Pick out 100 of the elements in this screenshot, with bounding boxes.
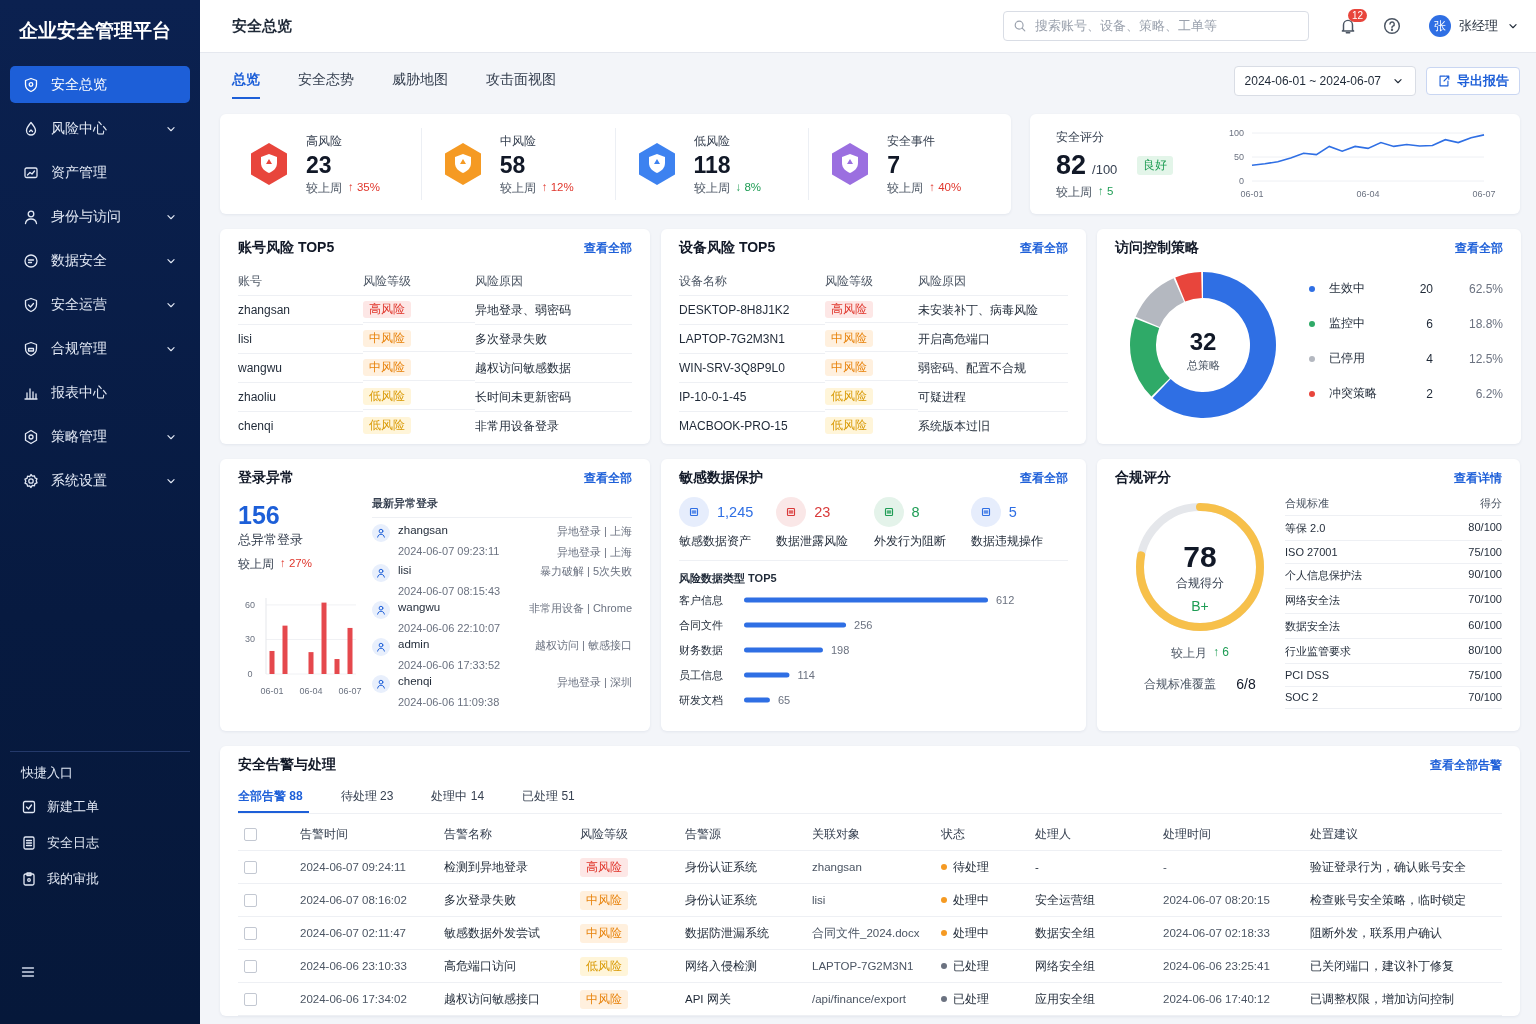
- view-all-link[interactable]: 查看全部告警: [1430, 756, 1502, 774]
- chart-title: 风险数据类型 TOP5: [679, 571, 778, 586]
- total-label: 总异常登录: [238, 532, 304, 549]
- table-cell: 高危端口访问: [444, 950, 580, 983]
- view-all-link[interactable]: 查看全部: [584, 239, 632, 257]
- checkbox[interactable]: [244, 860, 257, 874]
- score-value: 82: [1056, 149, 1087, 181]
- axis-label: 06-07: [1472, 189, 1496, 199]
- quick-link[interactable]: 新建工单: [10, 796, 190, 818]
- table-cell: 数据安全法: [1285, 613, 1469, 640]
- nav-item[interactable]: 系统设置: [10, 462, 190, 499]
- nav-item[interactable]: 数据安全: [10, 242, 190, 279]
- metric-value: 23: [814, 504, 831, 520]
- nav-item[interactable]: 安全运营: [10, 286, 190, 323]
- metric-label: 敏感数据资产: [679, 533, 752, 550]
- category-label: 研发文档: [679, 694, 723, 706]
- table-cell: 开启高危端口: [918, 325, 1068, 354]
- checkbox[interactable]: [244, 926, 257, 940]
- column-header: 状态: [941, 818, 1035, 851]
- bar: [269, 650, 275, 674]
- tab[interactable]: 已处理 51: [522, 782, 575, 813]
- stat-value: 118: [693, 151, 732, 179]
- view-all-link[interactable]: 查看全部: [584, 469, 632, 487]
- tab[interactable]: 待处理 23: [340, 782, 394, 813]
- tab[interactable]: 攻击面视图: [486, 63, 556, 99]
- column-header: 处置建议: [1310, 818, 1502, 851]
- table-cell: 2024-06-07 02:18:33: [1163, 917, 1310, 950]
- table-cell: 检测到异地登录: [444, 851, 580, 884]
- export-button[interactable]: 导出报告: [1426, 67, 1520, 95]
- table-cell: 2024-06-07 09:24:11: [300, 851, 444, 884]
- page-title: 安全总览: [232, 16, 293, 36]
- nav-item[interactable]: 风险中心: [10, 110, 190, 147]
- compare-label: 较上周: [306, 180, 342, 196]
- event-tag: 异地登录 | 上海: [557, 545, 632, 560]
- total-value: 32: [1189, 328, 1217, 355]
- table-cell: 多次登录失败: [444, 884, 580, 917]
- checkbox[interactable]: [244, 827, 257, 841]
- risk-badge: 中风险: [363, 329, 411, 347]
- quick-link[interactable]: 我的审批: [10, 868, 190, 890]
- axis-label: 0: [1239, 176, 1244, 186]
- checkbox[interactable]: [244, 992, 257, 1006]
- table-cell: -: [1163, 851, 1310, 884]
- tab[interactable]: 总览: [232, 63, 260, 99]
- view-all-link[interactable]: 查看全部: [1020, 239, 1068, 257]
- tab[interactable]: 全部告警 88: [238, 782, 309, 813]
- axis-label: 06-04: [299, 686, 323, 696]
- table-cell: wangwu: [238, 354, 363, 383]
- shield-icon: [23, 76, 39, 93]
- date-range-picker[interactable]: 2024-06-01 ~ 2024-06-07: [1233, 66, 1416, 96]
- nav-item[interactable]: 资产管理: [10, 154, 190, 191]
- axis-label: 50: [1234, 152, 1244, 162]
- card-title: 登录异常: [238, 469, 294, 487]
- axis-label: 06-04: [1356, 189, 1380, 199]
- column-header: 风险原因: [475, 267, 632, 296]
- view-all-link[interactable]: 查看全部: [1020, 469, 1068, 487]
- table-cell-text: MACBOOK-PRO-15: [679, 418, 789, 435]
- table-cell: 网络安全组: [1035, 950, 1163, 983]
- avatar[interactable]: 张: [1429, 15, 1451, 37]
- tab[interactable]: 威胁地图: [392, 63, 448, 99]
- user-name: lisi: [398, 564, 413, 578]
- axis-label: 30: [245, 634, 255, 645]
- score-value: 78: [1183, 540, 1217, 573]
- table-cell: API 网关: [685, 983, 812, 1016]
- nav-item[interactable]: 安全总览: [10, 66, 190, 103]
- nav-item[interactable]: 报表中心: [10, 374, 190, 411]
- checkbox[interactable]: [244, 959, 257, 973]
- legend-percent: 12.5%: [1467, 351, 1503, 366]
- status-label: 待处理: [953, 859, 989, 875]
- table-cell: 80/100: [1468, 516, 1502, 542]
- legend-count: 2: [1425, 386, 1433, 401]
- nav-item[interactable]: 合规管理: [10, 330, 190, 367]
- trend-value: ↓ 8%: [735, 180, 762, 195]
- view-all-link[interactable]: 查看全部: [1455, 239, 1503, 257]
- quick-link[interactable]: 安全日志: [10, 832, 190, 854]
- risk-badge: 高风险: [580, 857, 628, 877]
- person-icon: [23, 208, 39, 225]
- score-label: 合规得分: [1176, 576, 1224, 590]
- category-label: 合同文件: [679, 619, 723, 631]
- nav-item[interactable]: 身份与访问: [10, 198, 190, 235]
- tab[interactable]: 安全态势: [298, 63, 354, 99]
- total-value: 156: [238, 501, 281, 530]
- table-cell: 2024-06-06 17:40:12: [1163, 983, 1310, 1016]
- search-field[interactable]: 搜索账号、设备、策略、工单等: [1003, 11, 1309, 41]
- tab[interactable]: 处理中 14: [431, 782, 485, 813]
- risk-badge: 低风险: [363, 387, 411, 405]
- table-cell: /api/finance/export: [812, 983, 941, 1016]
- column-header: 得分: [1468, 491, 1502, 517]
- risk-badge: 中风险: [580, 989, 628, 1009]
- category-label: 财务数据: [679, 644, 723, 656]
- legend-percent: 18.8%: [1467, 316, 1503, 331]
- checkbox-square-icon: [21, 799, 37, 815]
- axis-label: 100: [1228, 128, 1244, 138]
- export-icon: [1437, 74, 1451, 88]
- checkbox[interactable]: [244, 893, 257, 907]
- table-cell: 90/100: [1468, 563, 1502, 589]
- view-all-link[interactable]: 查看详情: [1454, 469, 1502, 487]
- nav-item[interactable]: 策略管理: [10, 418, 190, 455]
- user-name[interactable]: 张经理: [1459, 17, 1498, 35]
- column-header: 告警源: [685, 818, 812, 851]
- user-name: wangwu: [398, 601, 442, 615]
